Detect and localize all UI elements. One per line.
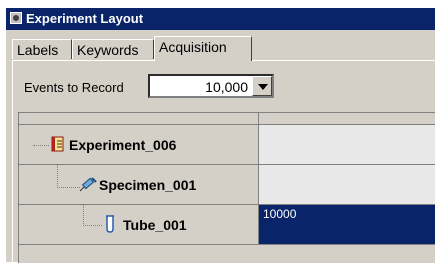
tab-keywords[interactable]: Keywords [72, 39, 154, 59]
chevron-down-icon[interactable] [252, 76, 272, 96]
app-icon [10, 12, 22, 24]
header-cell-value[interactable] [259, 113, 435, 125]
events-to-record-label: Events to Record [24, 80, 124, 95]
tree-cell[interactable]: Tube_001 [19, 205, 259, 245]
events-to-record-combo[interactable]: 10,000 [148, 74, 274, 98]
table-row[interactable]: Specimen_001 [19, 165, 435, 205]
table-header [19, 113, 435, 125]
tube-value: 10000 [263, 207, 297, 221]
table-row[interactable]: Experiment_006 [19, 125, 435, 165]
tree-item-name: Experiment_006 [69, 137, 177, 153]
tree-item-name: Specimen_001 [99, 177, 197, 193]
value-cell[interactable] [259, 165, 435, 205]
title-bar[interactable]: Experiment Layout [6, 8, 435, 30]
tree-connector [33, 145, 49, 146]
tree-cell[interactable]: Specimen_001 [19, 165, 259, 205]
experiment-tree-table: Experiment_006 Specimen_001 Tube_001 100… [18, 112, 435, 263]
value-cell[interactable]: 10000 [259, 205, 435, 245]
tree-connector [83, 205, 102, 226]
tree-item-name: Tube_001 [123, 217, 187, 233]
tree-cell[interactable]: Experiment_006 [19, 125, 259, 165]
value-cell[interactable] [259, 125, 435, 165]
tree-connector [57, 165, 80, 188]
tab-labels[interactable]: Labels [12, 39, 72, 59]
syringe-icon [79, 177, 97, 192]
events-to-record-value: 10,000 [205, 79, 248, 95]
experiment-book-icon [51, 136, 64, 152]
tab-acquisition[interactable]: Acquisition [154, 36, 252, 61]
window-title: Experiment Layout [26, 11, 144, 26]
header-cell-tree[interactable] [19, 113, 259, 125]
table-row[interactable]: Tube_001 10000 [19, 205, 435, 245]
tube-icon [106, 215, 114, 233]
